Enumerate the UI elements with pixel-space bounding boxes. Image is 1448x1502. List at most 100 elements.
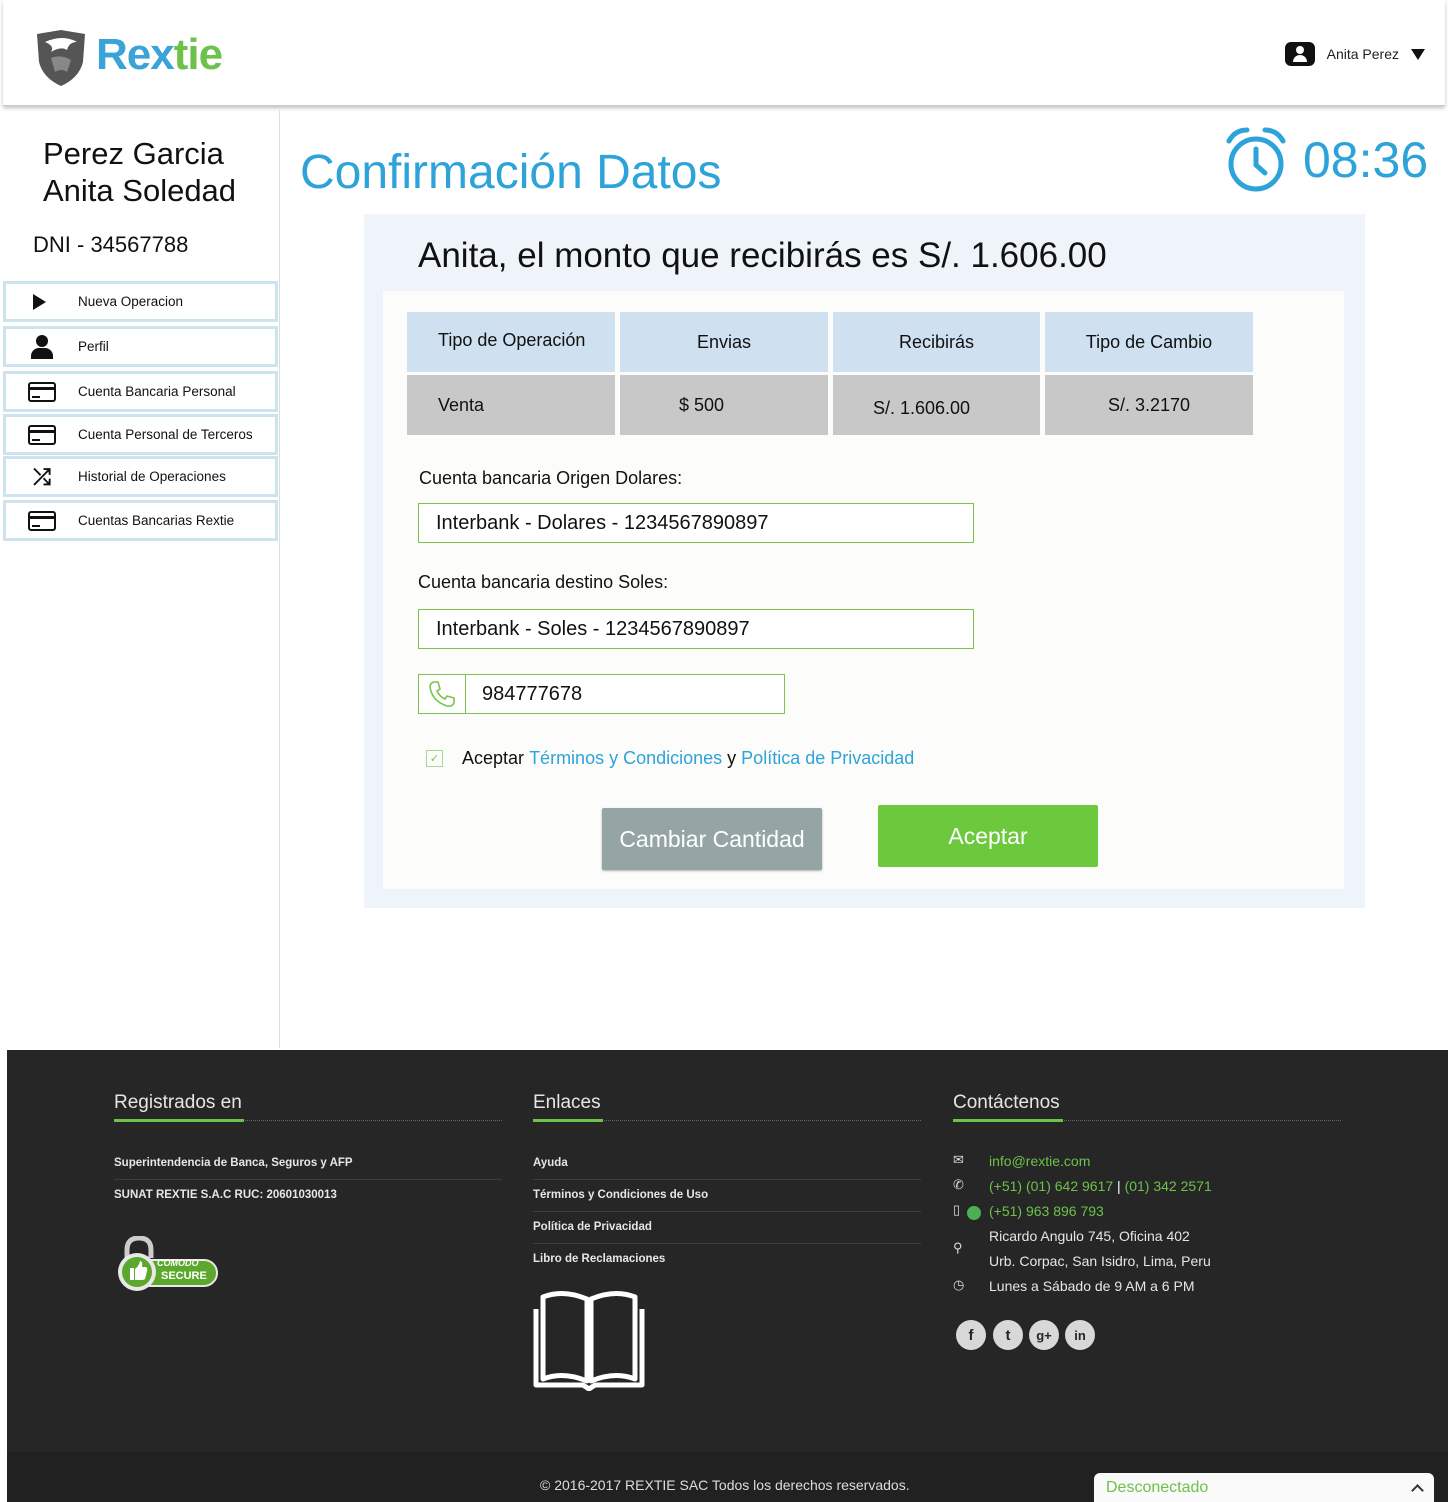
- google-plus-icon[interactable]: g+: [1029, 1320, 1059, 1350]
- footer-link-reclamaciones[interactable]: Libro de Reclamaciones: [533, 1253, 665, 1265]
- contact-hours: Lunes a Sábado de 9 AM a 6 PM: [989, 1278, 1195, 1294]
- shuffle-icon: ⤮: [33, 463, 51, 489]
- table-cell-recibiras: S/. 1.606.00: [833, 375, 1040, 435]
- sidebar-item-perfil[interactable]: Perfil: [3, 326, 278, 367]
- user-menu-name: Anita Perez: [1326, 46, 1399, 62]
- dest-account-field[interactable]: Interbank - Soles - 1234567890897: [418, 609, 974, 649]
- caret-down-icon: [1411, 48, 1425, 60]
- terms-and: y: [727, 748, 737, 768]
- contact-phone1[interactable]: (+51) (01) 642 9617: [989, 1178, 1113, 1194]
- logo-text[interactable]: Rextie: [96, 30, 223, 80]
- clock-icon: ◷: [953, 1277, 965, 1292]
- credit-card-icon: [28, 424, 56, 445]
- mobile-icon: ▯: [953, 1202, 961, 1217]
- sidebar-item-label: Cuenta Bancaria Personal: [78, 384, 236, 399]
- phone-separator: |: [1117, 1178, 1121, 1194]
- terms-prefix: Aceptar: [462, 748, 525, 768]
- footer-links-title: Enlaces: [533, 1092, 601, 1113]
- sidebar-item-label: Nueva Operacion: [78, 294, 184, 309]
- table-cell-envias: $ 500: [620, 375, 828, 435]
- table-cell-tipo-operacion: Venta: [407, 375, 615, 435]
- phone-icon: [419, 675, 466, 713]
- client-dni: DNI - 34567788: [33, 232, 189, 257]
- footer-link-terminos[interactable]: Términos y Condiciones de Uso: [533, 1189, 708, 1201]
- sidebar-item-nueva-operacion[interactable]: Nueva Operacion: [3, 281, 278, 322]
- envelope-icon: ✉: [953, 1152, 964, 1167]
- footer-link-ayuda[interactable]: Ayuda: [533, 1157, 568, 1169]
- privacy-link[interactable]: Política de Privacidad: [741, 748, 914, 769]
- footer-accent-bar: [953, 1119, 1063, 1122]
- origin-account-field[interactable]: Interbank - Dolares - 1234567890897: [418, 503, 974, 543]
- footer-separator: [533, 1243, 921, 1244]
- linkedin-icon[interactable]: in: [1065, 1320, 1095, 1350]
- terms-link[interactable]: Términos y Condiciones: [529, 748, 722, 769]
- sidebar-item-cuenta-bancaria-personal[interactable]: Cuenta Bancaria Personal: [3, 371, 278, 412]
- footer-contact-title: Contáctenos: [953, 1092, 1060, 1113]
- phone-value: 984777678: [482, 682, 583, 705]
- sidebar-item-label: Cuentas Bancarias Rextie: [78, 513, 235, 528]
- sidebar-item-label: Perfil: [78, 339, 109, 354]
- chat-status: Desconectado: [1106, 1478, 1209, 1496]
- sidebar-item-cuenta-terceros[interactable]: Cuenta Personal de Terceros: [3, 414, 278, 455]
- map-pin-icon: ⚲: [953, 1240, 963, 1255]
- twitter-icon[interactable]: t: [993, 1320, 1023, 1350]
- registered-item: Superintendencia de Banca, Seguros y AFP: [114, 1157, 353, 1169]
- comodo-secure-badge: COMODO SECURE: [115, 1235, 220, 1296]
- table-header-tipo-cambio: Tipo de Cambio: [1045, 312, 1253, 372]
- badge-line1: COMODO: [157, 1258, 199, 1268]
- contact-address2: Urb. Corpac, San Isidro, Lima, Peru: [989, 1253, 1211, 1269]
- footer-registered-title: Registrados en: [114, 1092, 242, 1113]
- logo-part2: tie: [173, 30, 223, 79]
- registered-item: SUNAT REXTIE S.A.C RUC: 20601030013: [114, 1189, 337, 1201]
- client-name-line1: Perez Garcia: [43, 136, 224, 171]
- facebook-icon[interactable]: f: [956, 1320, 986, 1350]
- credit-card-icon: [28, 381, 56, 402]
- table-header-envias: Envias: [620, 312, 828, 372]
- sidebar-item-cuentas-rextie[interactable]: Cuentas Bancarias Rextie: [3, 500, 278, 541]
- footer-separator: [533, 1211, 921, 1212]
- footer-separator: [114, 1179, 502, 1180]
- dest-account-label: Cuenta bancaria destino Soles:: [418, 572, 669, 592]
- sidebar-item-label: Cuenta Personal de Terceros: [78, 427, 253, 442]
- chat-widget[interactable]: Desconectado: [1094, 1473, 1434, 1502]
- accept-button[interactable]: Aceptar: [878, 805, 1098, 867]
- phone-icon: ✆: [953, 1177, 964, 1192]
- complaints-book-icon[interactable]: [533, 1285, 645, 1391]
- table-header-tipo-operacion: Tipo de Operación: [407, 312, 615, 372]
- phone-field[interactable]: 984777678: [418, 674, 785, 714]
- origin-account-label: Cuenta bancaria Origen Dolares:: [419, 468, 683, 488]
- footer-link-privacidad[interactable]: Política de Privacidad: [533, 1221, 652, 1233]
- contact-phone2[interactable]: (01) 342 2571: [1125, 1178, 1212, 1194]
- credit-card-icon: [28, 510, 56, 531]
- contact-address1: Ricardo Angulo 745, Oficina 402: [989, 1228, 1190, 1244]
- copyright-text: © 2016-2017 REXTIE SAC Todos los derecho…: [540, 1477, 910, 1493]
- footer-accent-bar: [114, 1119, 244, 1122]
- logo-shield-icon: [37, 30, 85, 86]
- amount-heading: Anita, el monto que recibirás es S/. 1.6…: [418, 236, 1107, 275]
- footer-accent-bar: [533, 1119, 603, 1122]
- contact-mobile[interactable]: (+51) 963 896 793: [989, 1203, 1104, 1219]
- contact-email[interactable]: info@rextie.com: [989, 1153, 1090, 1169]
- countdown-timer: 08:36: [1225, 127, 1428, 193]
- sidebar-item-label: Historial de Operaciones: [78, 469, 226, 484]
- person-icon: [31, 334, 53, 359]
- page-title: Confirmación Datos: [300, 146, 722, 199]
- client-full-name: Perez Garcia Anita Soledad: [43, 135, 236, 209]
- footer-separator: [533, 1179, 921, 1180]
- top-header: Rextie Anita Perez: [3, 0, 1445, 106]
- table-cell-tipo-cambio: S/. 3.2170: [1045, 375, 1253, 435]
- play-icon: [33, 293, 46, 310]
- terms-checkbox[interactable]: ✓: [426, 750, 443, 767]
- change-amount-button[interactable]: Cambiar Cantidad: [602, 808, 822, 870]
- sidebar: Perez Garcia Anita Soledad DNI - 3456778…: [3, 110, 280, 1048]
- sidebar-item-historial[interactable]: ⤮ Historial de Operaciones: [3, 456, 278, 497]
- badge-line2: SECURE: [161, 1270, 207, 1282]
- table-header-recibiras: Recibirás: [833, 312, 1040, 372]
- whatsapp-icon: [967, 1206, 981, 1220]
- user-menu[interactable]: Anita Perez: [1284, 42, 1425, 66]
- user-account-icon: [1284, 42, 1315, 66]
- chevron-up-icon: [1411, 1484, 1424, 1497]
- timer-value: 08:36: [1303, 132, 1429, 188]
- logo-part1: Rex: [96, 30, 175, 79]
- contact-phones: (+51) (01) 642 9617 | (01) 342 2571: [989, 1178, 1212, 1194]
